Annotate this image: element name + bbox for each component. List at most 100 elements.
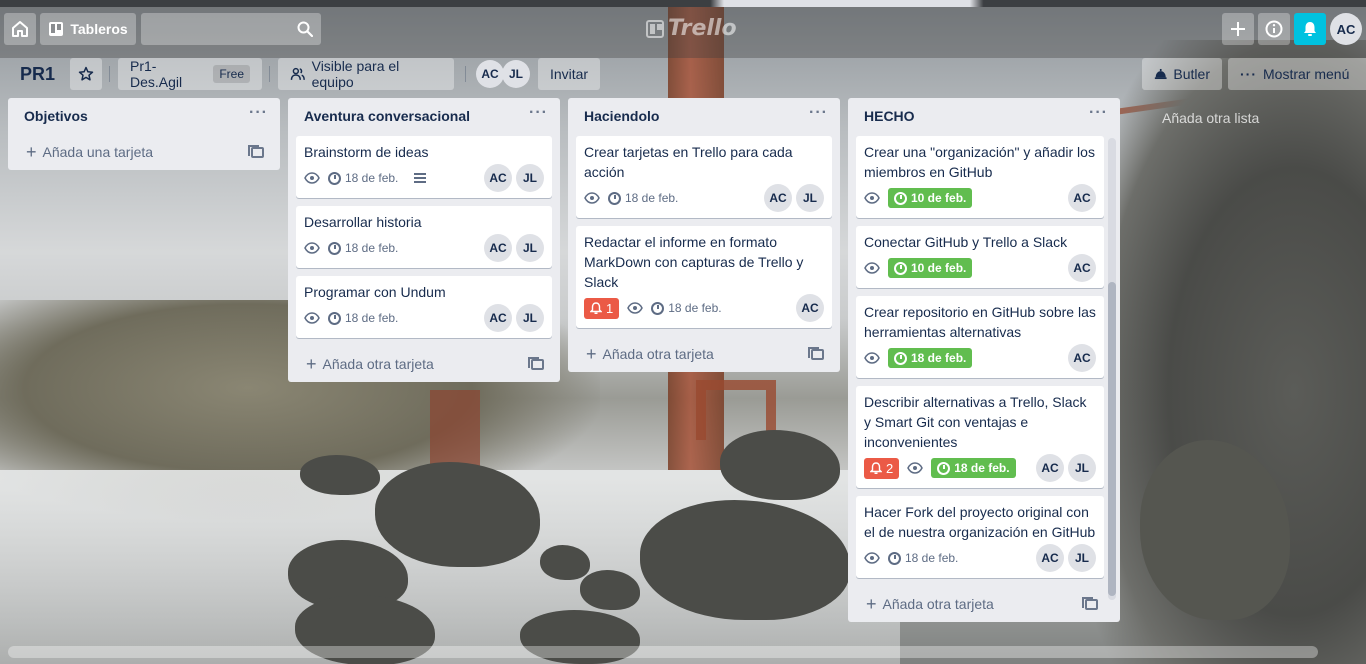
card-template-icon[interactable]: [248, 144, 264, 158]
card[interactable]: Conectar GitHub y Trello a Slack 10 de f…: [856, 226, 1104, 288]
show-menu-label: Mostrar menú: [1263, 66, 1350, 82]
card-member-avatar[interactable]: AC: [1068, 254, 1096, 282]
card-member-avatar[interactable]: AC: [796, 294, 824, 322]
list-title[interactable]: HECHO: [864, 108, 915, 136]
list-menu-icon[interactable]: ···: [809, 104, 828, 136]
clock-icon: [894, 261, 907, 275]
star-icon: [78, 66, 94, 81]
show-menu-button[interactable]: ··· Mostrar menú: [1228, 58, 1366, 90]
home-button[interactable]: [4, 13, 36, 45]
card-title: Brainstorm de ideas: [304, 144, 429, 160]
info-button[interactable]: [1258, 13, 1290, 45]
card-member-avatar[interactable]: JL: [516, 164, 544, 192]
card-member-avatar[interactable]: JL: [796, 184, 824, 212]
user-avatar[interactable]: AC: [1330, 13, 1362, 45]
add-card-label: Añada otra tarjeta: [882, 596, 994, 612]
notifications-button[interactable]: [1294, 13, 1326, 45]
card-member-avatar[interactable]: AC: [484, 164, 512, 192]
card-member-avatar[interactable]: JL: [1068, 544, 1096, 572]
card[interactable]: Describir alternativas a Trello, Slack y…: [856, 386, 1104, 488]
card[interactable]: Desarrollar historia 18 de feb. AC JL: [296, 206, 552, 268]
visibility-button[interactable]: Visible para el equipo: [278, 58, 454, 90]
card-member-avatar[interactable]: AC: [484, 234, 512, 262]
list-menu-icon[interactable]: ···: [529, 104, 548, 136]
due-date-complete-badge[interactable]: 10 de feb.: [888, 258, 973, 278]
add-card-button[interactable]: + Añada una tarjeta: [8, 134, 280, 170]
card-member-avatar[interactable]: AC: [1036, 544, 1064, 572]
card-title: Programar con Undum: [304, 284, 446, 300]
watching-eye-icon: [864, 260, 880, 276]
due-date-text: 18 de feb.: [345, 171, 399, 185]
more-icon: ···: [1240, 66, 1257, 82]
trello-logo-icon: [646, 19, 664, 38]
board-member-avatar[interactable]: JL: [502, 60, 530, 88]
card[interactable]: Crear una "organización" y añadir los mi…: [856, 136, 1104, 218]
trello-logo[interactable]: Trello: [646, 16, 737, 41]
card-member-avatar[interactable]: AC: [484, 304, 512, 332]
card-title: Crear una "organización" y añadir los mi…: [864, 144, 1095, 180]
card-member-avatar[interactable]: AC: [1068, 184, 1096, 212]
list-title[interactable]: Aventura conversacional: [304, 108, 470, 136]
board-horizontal-scrollbar[interactable]: [8, 646, 1318, 658]
notification-badge: 2: [864, 457, 900, 479]
butler-button[interactable]: Butler: [1142, 58, 1222, 90]
watching-eye-icon: [864, 350, 880, 366]
top-navigation-bar: Tableros Trello AC: [0, 0, 1366, 58]
due-date-complete-badge[interactable]: 18 de feb.: [888, 348, 973, 368]
star-board-button[interactable]: [70, 58, 102, 90]
list-scrollbar-thumb[interactable]: [1108, 282, 1116, 596]
list-menu-icon[interactable]: ···: [1089, 104, 1108, 136]
plan-badge: Free: [213, 65, 250, 83]
list-menu-icon[interactable]: ···: [249, 104, 268, 136]
due-date-text: 18 de feb.: [345, 241, 399, 255]
due-date-badge: 18 de feb.: [328, 171, 398, 185]
board-title[interactable]: PR1: [20, 64, 55, 85]
card-template-icon[interactable]: [1082, 596, 1098, 610]
card-member-avatar[interactable]: JL: [1068, 454, 1096, 482]
list-title[interactable]: Objetivos: [24, 108, 88, 136]
due-date-text: 18 de feb.: [911, 351, 967, 365]
card-member-avatar[interactable]: JL: [516, 304, 544, 332]
search-icon: [297, 21, 313, 37]
card-template-icon[interactable]: [808, 346, 824, 360]
notification-badge: 1: [584, 297, 620, 319]
card-member-avatar[interactable]: AC: [1036, 454, 1064, 482]
due-date-complete-badge[interactable]: 18 de feb.: [931, 458, 1016, 478]
due-date-complete-badge[interactable]: 10 de feb.: [888, 188, 973, 208]
card-member-avatar[interactable]: AC: [1068, 344, 1096, 372]
add-card-button[interactable]: + Añada otra tarjeta: [848, 586, 1120, 622]
window-chrome-strip: [0, 0, 1366, 7]
boards-button[interactable]: Tableros: [40, 13, 136, 45]
add-card-button[interactable]: + Añada otra tarjeta: [568, 336, 840, 372]
home-icon: [12, 21, 28, 37]
card-template-icon[interactable]: [528, 356, 544, 370]
clock-icon: [328, 241, 341, 255]
list-title[interactable]: Haciendolo: [584, 108, 659, 136]
card[interactable]: Redactar el informe en formato MarkDown …: [576, 226, 832, 328]
list-header: Haciendolo ···: [568, 98, 840, 136]
card[interactable]: Crear repositorio en GitHub sobre las he…: [856, 296, 1104, 378]
due-date-badge: 18 de feb.: [328, 241, 398, 255]
info-icon: [1265, 20, 1283, 38]
card[interactable]: Brainstorm de ideas 18 de feb. AC JL: [296, 136, 552, 198]
board-member-avatar[interactable]: AC: [476, 60, 504, 88]
header-divider: [269, 66, 270, 82]
plus-icon: +: [26, 141, 37, 162]
add-list-button[interactable]: Añada otra lista: [1128, 98, 1366, 138]
background-rock: [540, 545, 590, 580]
bell-icon: [1304, 22, 1316, 36]
add-card-button[interactable]: + Añada otra tarjeta: [288, 346, 560, 382]
card[interactable]: Crear tarjetas en Trello para cada acció…: [576, 136, 832, 218]
card[interactable]: Hacer Fork del proyecto original con el …: [856, 496, 1104, 578]
card[interactable]: Programar con Undum 18 de feb. AC JL: [296, 276, 552, 338]
due-date-badge: 18 de feb.: [608, 191, 678, 205]
card-member-avatar[interactable]: JL: [516, 234, 544, 262]
card-member-avatar[interactable]: AC: [764, 184, 792, 212]
invite-button[interactable]: Invitar: [538, 58, 600, 90]
watching-eye-icon: [864, 190, 880, 206]
search-input[interactable]: [141, 13, 321, 45]
team-name: Pr1-Des.Agil: [130, 58, 183, 90]
create-button[interactable]: [1222, 13, 1254, 45]
team-button[interactable]: Pr1-Des.Agil Free: [118, 58, 262, 90]
butler-label: Butler: [1173, 66, 1210, 82]
